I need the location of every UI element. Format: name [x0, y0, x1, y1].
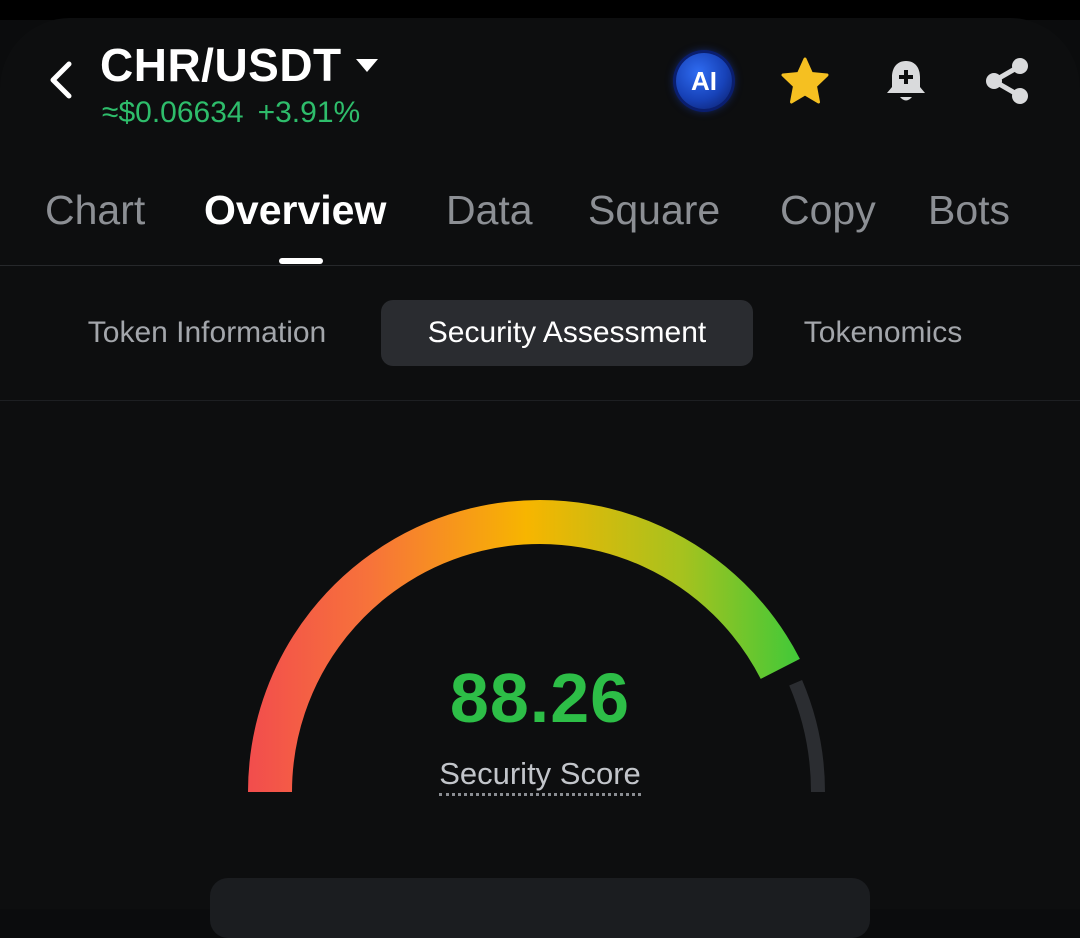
assessment-card [210, 878, 870, 938]
pair-selector[interactable]: CHR/USDT [100, 38, 378, 92]
gauge-fill [248, 500, 800, 793]
ai-button[interactable]: AI [675, 52, 733, 110]
tab-data[interactable]: Data [446, 187, 533, 234]
star-icon [781, 57, 829, 104]
tab-overview[interactable]: Overview [204, 187, 386, 234]
tab-chart[interactable]: Chart [45, 187, 145, 234]
subtab-tokenomics[interactable]: Tokenomics [782, 300, 984, 366]
subtab-security-assessment[interactable]: Security Assessment [381, 300, 753, 366]
tab-square[interactable]: Square [588, 187, 720, 234]
overview-sub-tabs: Token Information Security Assessment To… [0, 266, 1080, 401]
subtab-token-information[interactable]: Token Information [62, 300, 352, 366]
price-row: ≈$0.06634 +3.91% [102, 96, 360, 130]
caret-down-icon [355, 59, 378, 72]
bell-plus-icon [887, 61, 925, 101]
ai-icon: AI [676, 53, 732, 109]
main-tabs: Chart Overview Data Square Copy Bots [0, 165, 1080, 266]
ai-label: AI [691, 65, 717, 96]
tab-bots[interactable]: Bots [928, 187, 1010, 234]
tab-copy[interactable]: Copy [780, 187, 876, 234]
price-alert-button[interactable] [877, 52, 935, 110]
price-change: +3.91% [257, 96, 361, 129]
security-score-label-wrap: Security Score [0, 756, 1080, 796]
back-button[interactable] [40, 58, 84, 102]
active-tab-indicator [279, 258, 323, 264]
share-button[interactable] [978, 52, 1036, 110]
back-arrow-icon [50, 61, 72, 99]
last-price: ≈$0.06634 [102, 96, 244, 129]
security-score-label[interactable]: Security Score [439, 756, 641, 796]
share-icon [986, 58, 1028, 104]
security-score-value: 88.26 [449, 659, 631, 737]
pair-title: CHR/USDT [100, 39, 342, 91]
favorite-button[interactable] [776, 52, 834, 110]
status-bar [0, 0, 1080, 20]
header-actions: AI [675, 52, 1036, 110]
